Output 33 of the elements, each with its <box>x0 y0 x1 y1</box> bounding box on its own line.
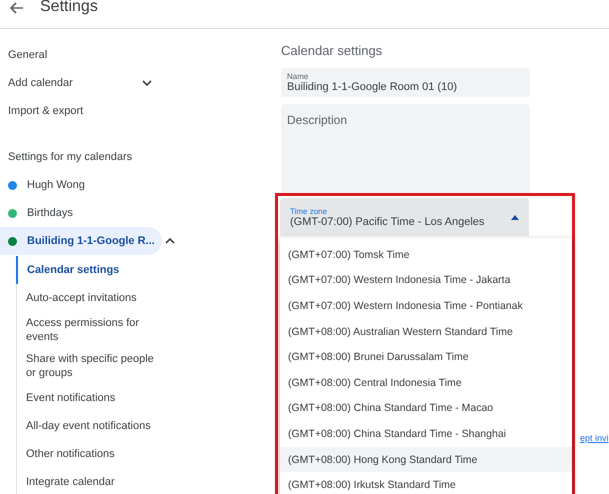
calendar-item[interactable]: Hugh Wong <box>0 171 162 199</box>
time-zone-dropdown[interactable]: Time zone (GMT-07:00) Pacific Time - Los Angeles <box>280 198 529 236</box>
calendar-settings-link[interactable]: All-day event notifications <box>16 412 166 440</box>
calendar-settings-link[interactable]: Event notifications <box>16 384 166 412</box>
time-zone-option[interactable]: (GMT+08:00) Hong Kong Standard Time <box>280 446 572 472</box>
time-zone-option[interactable]: (GMT+07:00) Tomsk Time <box>280 242 572 268</box>
calendar-item[interactable]: Birthdays <box>0 199 162 227</box>
time-zone-option[interactable]: (GMT+07:00) Western Indonesia Time - Pontianak <box>280 293 572 319</box>
link[interactable]: ept invi <box>580 433 609 443</box>
time-zone-option[interactable]: (GMT+08:00) Irkutsk Standard Time <box>280 472 572 494</box>
time-zone-option[interactable]: (GMT+08:00) Australian Western Standard Time <box>280 318 572 344</box>
time-zone-option[interactable]: (GMT+08:00) China Standard Time - Shanghai <box>280 421 572 447</box>
sidebar-item[interactable]: General <box>0 41 275 69</box>
calendar-name: Hugh Wong <box>27 179 85 191</box>
back-arrow-icon[interactable] <box>10 2 24 14</box>
sidebar-item[interactable]: Import & export <box>0 97 275 125</box>
name-field[interactable]: Name Builiding 1-1-Google Room 01 (10) <box>281 68 530 97</box>
time-zone-option[interactable]: (GMT+07:00) Western Indonesia Time - Jakarta <box>280 268 572 294</box>
calendar-settings-link[interactable]: Integrate calendar <box>16 468 166 494</box>
description-field[interactable]: Description <box>281 104 530 193</box>
time-zone-option[interactable]: (GMT+08:00) Central Indonesia Time <box>280 370 572 396</box>
calendar-settings-link[interactable]: Other notifications <box>16 440 166 468</box>
calendar-name: Builiding 1-1-Google R... <box>27 235 155 247</box>
time-zone-option[interactable]: (GMT+08:00) Brunei Darussalam Time <box>280 344 572 370</box>
sidebar-item[interactable]: Add calendar <box>0 69 160 97</box>
calendar-settings-link[interactable]: Auto-accept invitations <box>16 284 166 312</box>
time-zone-option[interactable]: (GMT+08:00) China Standard Time - Macao <box>280 396 572 422</box>
calendar-settings-link[interactable]: Calendar settings <box>16 256 166 284</box>
calendar-settings-link[interactable]: Access permissions for events <box>16 312 166 348</box>
section-heading: Settings for my calendars <box>8 151 132 163</box>
section-title: Calendar settings <box>281 43 384 58</box>
calendar-settings-link[interactable]: Share with specific people or groups <box>16 348 166 384</box>
calendar-name: Birthdays <box>27 207 73 219</box>
